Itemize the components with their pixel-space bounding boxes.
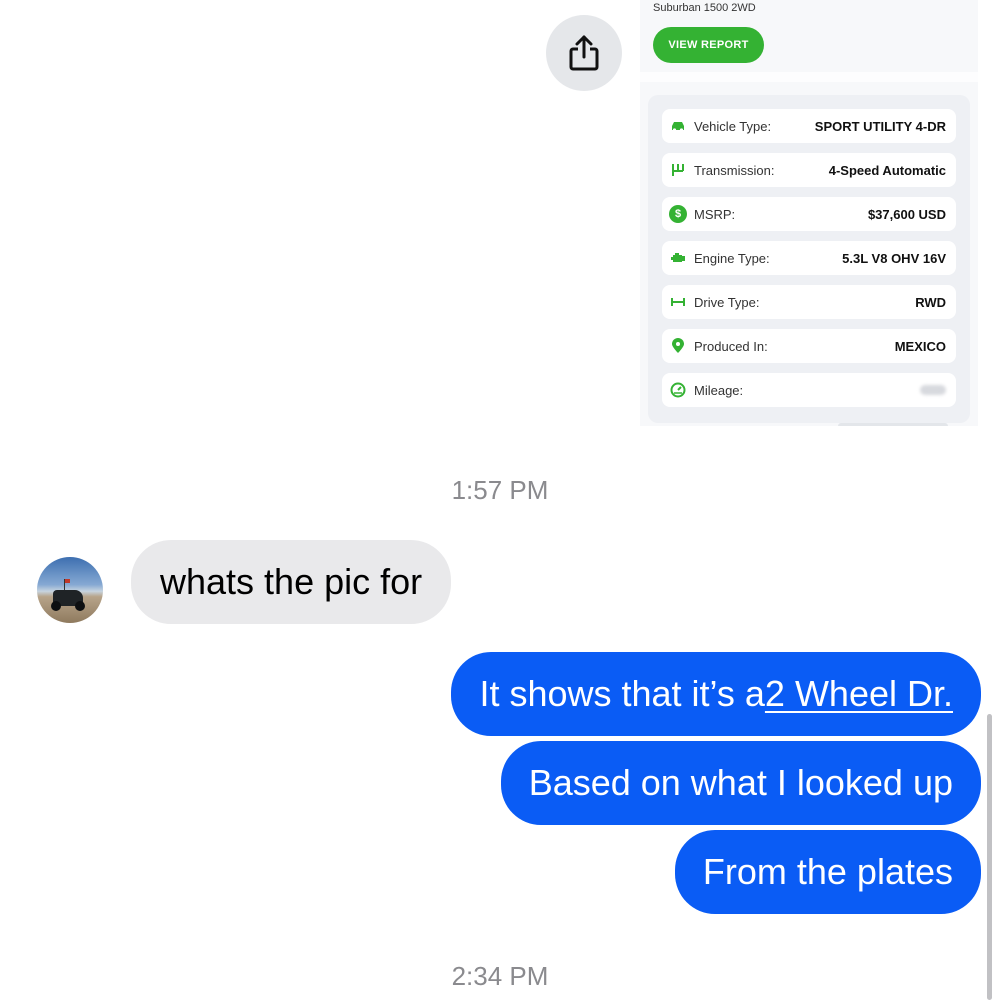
outgoing-message-bubble[interactable]: It shows that it’s a 2 Wheel Dr. [451, 652, 981, 736]
spec-value: SPORT UTILITY 4-DR [814, 118, 946, 134]
spec-label: Vehicle Type: [694, 118, 772, 134]
gear-shift-icon [669, 161, 687, 179]
outgoing-message-bubble[interactable]: Based on what I looked up [500, 741, 981, 825]
axle-icon [669, 293, 687, 311]
message-link[interactable]: 2 Wheel Dr. [765, 673, 953, 715]
vehicle-model: Suburban 1500 2WD [653, 2, 756, 14]
spec-row-msrp: $ MSRP: $37,600 USD [662, 197, 956, 231]
timestamp: 1:57 PM [451, 475, 549, 505]
spec-value: RWD [915, 294, 946, 310]
spec-label: Mileage: [694, 382, 744, 398]
spec-row-mileage: Mileage: [662, 373, 956, 407]
spec-value: $37,600 USD [867, 206, 946, 222]
share-button[interactable] [546, 15, 622, 91]
blurred-mileage-value [920, 385, 946, 395]
speedometer-icon [669, 381, 687, 399]
spec-label: Produced In: [694, 338, 768, 354]
incoming-message-bubble[interactable]: whats the pic for [131, 540, 452, 624]
spec-value: 5.3L V8 OHV 16V [842, 250, 946, 266]
dollar-icon: $ [669, 205, 687, 223]
spec-row-produced-in: Produced In: MEXICO [662, 329, 956, 363]
spec-label: Transmission: [694, 162, 775, 178]
view-report-button[interactable]: VIEW REPORT [653, 27, 764, 63]
spec-label: Drive Type: [694, 294, 760, 310]
share-icon [569, 35, 599, 71]
spec-value: MEXICO [894, 338, 946, 354]
spec-row-drive-type: Drive Type: RWD [662, 285, 956, 319]
outgoing-message-bubble[interactable]: From the plates [674, 830, 981, 914]
message-text: It shows that it’s a [479, 673, 765, 714]
spec-row-engine-type: Engine Type: 5.3L V8 OHV 16V [662, 241, 956, 275]
spec-row-vehicle-type: Vehicle Type: SPORT UTILITY 4-DR [662, 109, 956, 143]
spec-label: Engine Type: [694, 250, 770, 266]
spec-row-transmission: Transmission: 4-Speed Automatic [662, 153, 956, 187]
spec-label: MSRP: [694, 206, 736, 222]
card-bottom-peek [838, 423, 948, 426]
location-pin-icon [669, 337, 687, 355]
scrollbar[interactable] [987, 714, 992, 1000]
contact-avatar[interactable] [37, 557, 103, 623]
engine-icon [669, 249, 687, 267]
avatar-wheel [75, 601, 85, 611]
car-icon [669, 117, 687, 135]
card-divider [640, 72, 978, 82]
avatar-wheel [51, 601, 61, 611]
shared-vehicle-report-image[interactable]: Suburban 1500 2WD VIEW REPORT Vehicle Ty… [640, 0, 978, 426]
timestamp: 2:34 PM [451, 961, 549, 991]
spec-value: 4-Speed Automatic [828, 162, 946, 178]
vehicle-specs-panel: Vehicle Type: SPORT UTILITY 4-DR Transmi… [648, 95, 970, 423]
